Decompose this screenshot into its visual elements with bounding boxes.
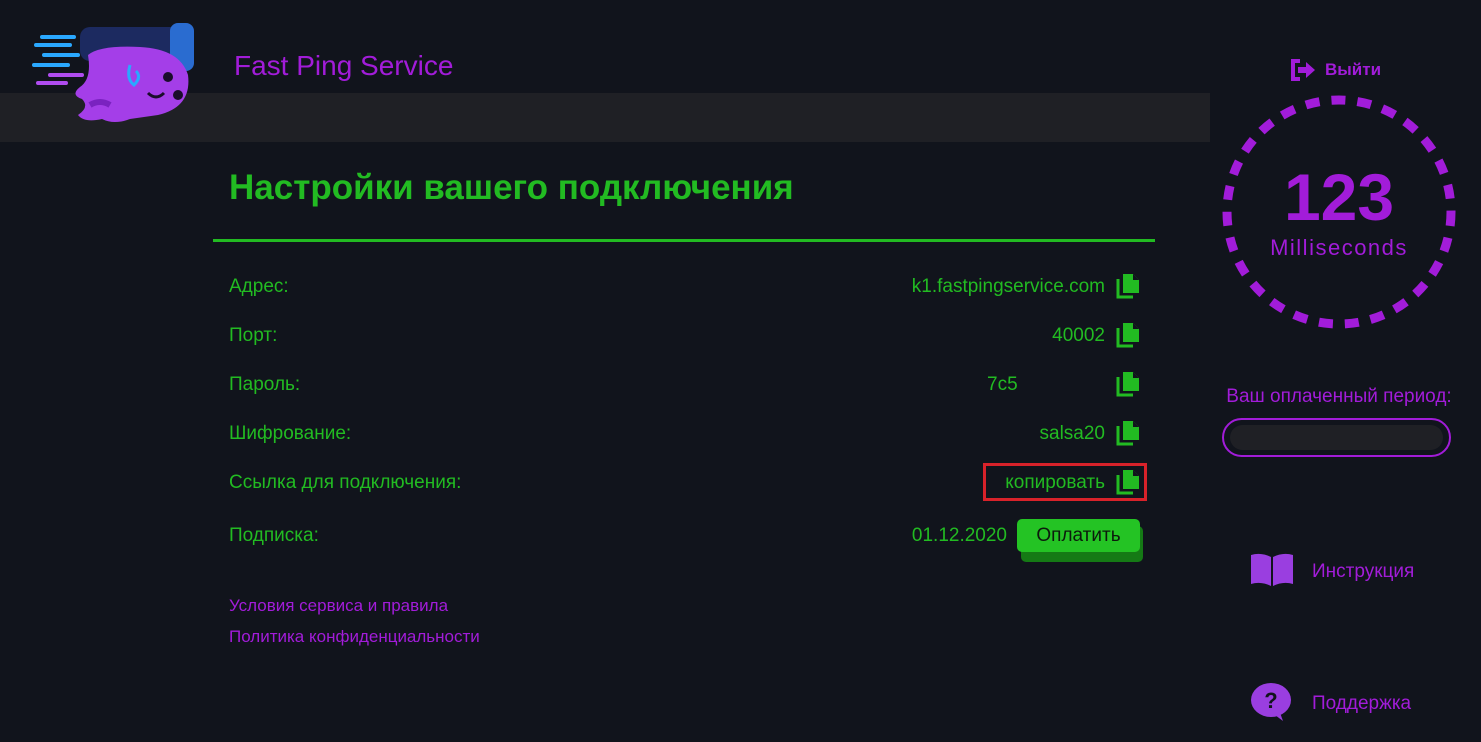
subscription-label: Подписка: [229, 525, 319, 546]
sign-out-icon [1291, 59, 1315, 81]
copy-link-icon[interactable] [1115, 468, 1141, 496]
book-icon [1251, 553, 1293, 586]
question-bubble-icon: ? [1251, 683, 1291, 721]
settings-row-link: Ссылка для подключения: копировать [229, 468, 1141, 498]
logout-label: Выйти [1325, 60, 1382, 79]
port-label: Порт: [229, 325, 278, 346]
page-title: Настройки вашего подключения [229, 168, 794, 207]
ping-unit: Milliseconds [1270, 235, 1408, 260]
address-label: Адрес: [229, 276, 289, 297]
copy-address-icon[interactable] [1115, 272, 1141, 300]
copy-password-icon[interactable] [1115, 370, 1141, 398]
brand-name[interactable]: Fast Ping Service [234, 48, 453, 84]
privacy-link[interactable]: Политика конфиденциальности [229, 627, 480, 647]
address-value: k1.fastpingservice.com [911, 276, 1105, 297]
copy-port-icon[interactable] [1115, 321, 1141, 349]
subscription-date: 01.12.2020 [911, 525, 1007, 546]
app-root: Fast Ping Service Настройки вашего подкл… [0, 0, 1481, 742]
settings-row-port: Порт: 40002 [229, 321, 1141, 351]
support-label: Поддержка [1312, 693, 1412, 714]
svg-text:?: ? [1264, 688, 1277, 713]
settings-row-encryption: Шифрование: salsa20 [229, 419, 1141, 449]
copy-link-button[interactable]: копировать [1005, 472, 1105, 494]
settings-row-address: Адрес: k1.fastpingservice.com [229, 272, 1141, 302]
paid-period-value [1230, 425, 1443, 450]
link-label: Ссылка для подключения: [229, 472, 462, 493]
password-label: Пароль: [229, 374, 301, 395]
jellyfish-logo-icon [32, 23, 194, 122]
port-value: 40002 [1052, 325, 1105, 346]
settings-row-password: Пароль: 7c5 [229, 370, 1141, 400]
password-value: 7c5 [987, 374, 1017, 395]
terms-link[interactable]: Условия сервиса и правила [229, 596, 448, 616]
settings-row-subscription: Подписка: 01.12.2020 [229, 521, 1141, 551]
pay-button[interactable]: Оплатить [1017, 519, 1140, 552]
ping-value: 123 [1283, 160, 1395, 234]
encryption-value: salsa20 [1039, 423, 1106, 444]
copy-encryption-icon[interactable] [1115, 419, 1141, 447]
instructions-label: Инструкция [1312, 561, 1415, 582]
encryption-label: Шифрование: [229, 423, 352, 444]
title-divider [213, 239, 1155, 242]
paid-period-field [1222, 418, 1451, 457]
paid-period-label: Ваш оплаченный период: [1226, 386, 1452, 407]
